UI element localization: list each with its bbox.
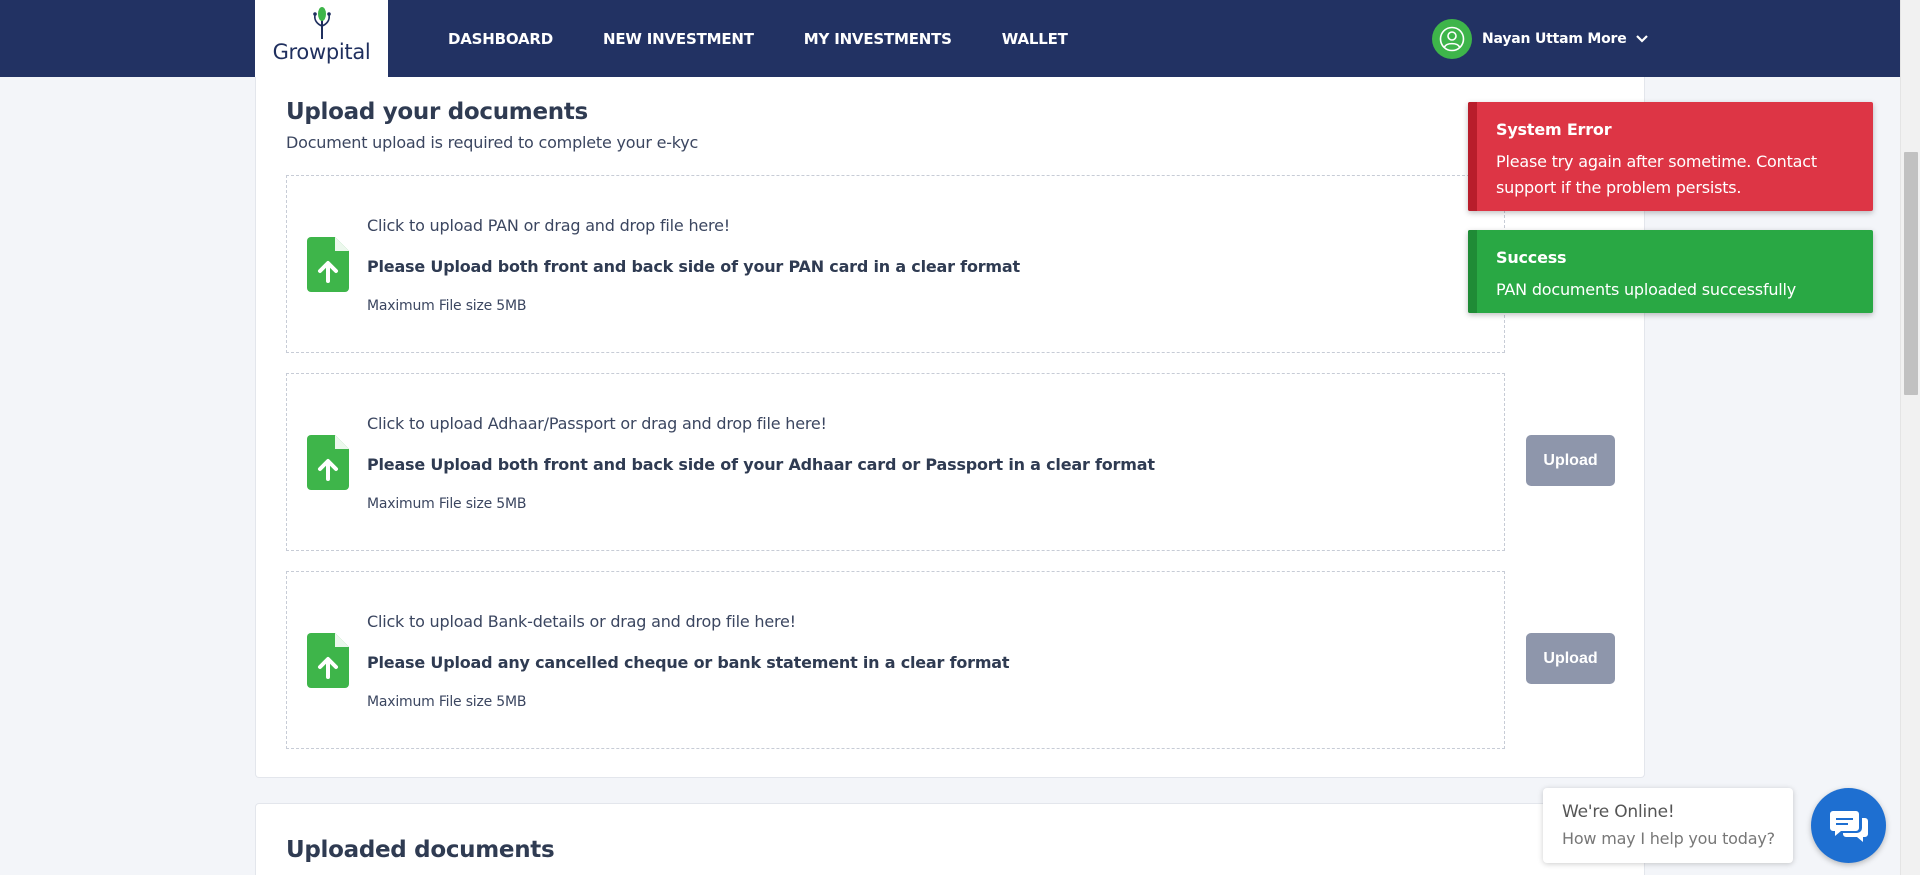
page-title: Upload your documents: [286, 99, 588, 125]
toast-accent-bar: [1468, 230, 1477, 313]
sprout-icon: [313, 7, 331, 39]
bank-upload-button[interactable]: Upload: [1526, 633, 1615, 684]
success-toast-message: PAN documents uploaded successfully: [1496, 280, 1797, 299]
toast-accent-bar: [1468, 102, 1477, 211]
chat-icon: [1829, 810, 1868, 842]
scrollbar-thumb[interactable]: [1904, 152, 1918, 395]
chevron-down-icon[interactable]: [1635, 34, 1649, 44]
success-toast-title: Success: [1496, 248, 1567, 267]
user-icon: [1439, 26, 1465, 52]
adhaar-upload-button[interactable]: Upload: [1526, 435, 1615, 486]
nav-my-investments[interactable]: MY INVESTMENTS: [804, 30, 952, 48]
adhaar-size-limit: Maximum File size 5MB: [367, 496, 527, 512]
brand-name: Growpital: [272, 39, 371, 64]
bank-instruction: Please Upload any cancelled cheque or ba…: [367, 653, 1010, 672]
file-upload-icon: [307, 633, 349, 688]
uploaded-documents-title: Uploaded documents: [286, 837, 555, 863]
bank-prompt[interactable]: Click to upload Bank-details or drag and…: [367, 612, 796, 631]
nav-dashboard[interactable]: DASHBOARD: [448, 30, 553, 48]
nav-wallet[interactable]: WALLET: [1002, 30, 1068, 48]
user-name[interactable]: Nayan Uttam More: [1482, 31, 1627, 47]
pan-prompt[interactable]: Click to upload PAN or drag and drop fil…: [367, 216, 730, 235]
pan-size-limit: Maximum File size 5MB: [367, 298, 527, 314]
adhaar-dropzone[interactable]: Click to upload Adhaar/Passport or drag …: [286, 373, 1505, 551]
error-toast-title: System Error: [1496, 120, 1612, 139]
chat-greeting-title: We're Online!: [1562, 802, 1675, 822]
file-upload-icon: [307, 237, 349, 292]
page-subtitle: Document upload is required to complete …: [286, 133, 699, 152]
file-upload-icon: [307, 435, 349, 490]
pan-instruction: Please Upload both front and back side o…: [367, 257, 1020, 276]
adhaar-instruction: Please Upload both front and back side o…: [367, 455, 1155, 474]
error-toast-message: Please try again after sometime. Contact…: [1496, 152, 1817, 197]
chat-greeting-text: How may I help you today?: [1562, 829, 1775, 848]
chat-greeting-bubble[interactable]: We're Online! How may I help you today?: [1543, 788, 1793, 863]
user-menu[interactable]: Nayan Uttam More: [1432, 19, 1649, 59]
top-navbar: Growpital DASHBOARD NEW INVESTMENT MY IN…: [0, 0, 1900, 77]
bank-dropzone[interactable]: Click to upload Bank-details or drag and…: [286, 571, 1505, 749]
upload-documents-card: Upload your documents Document upload is…: [255, 77, 1645, 778]
error-toast[interactable]: System Error Please try again after some…: [1468, 102, 1873, 211]
success-toast[interactable]: Success PAN documents uploaded successfu…: [1468, 230, 1873, 313]
bank-size-limit: Maximum File size 5MB: [367, 694, 527, 710]
brand-logo[interactable]: Growpital: [255, 0, 388, 77]
adhaar-prompt[interactable]: Click to upload Adhaar/Passport or drag …: [367, 414, 827, 433]
pan-dropzone[interactable]: Click to upload PAN or drag and drop fil…: [286, 175, 1505, 353]
nav-new-investment[interactable]: NEW INVESTMENT: [603, 30, 754, 48]
chat-launcher-button[interactable]: [1811, 788, 1886, 863]
uploaded-documents-card: Uploaded documents: [255, 803, 1645, 875]
page-scrollbar[interactable]: [1900, 0, 1920, 875]
avatar[interactable]: [1432, 19, 1472, 59]
nav-links: DASHBOARD NEW INVESTMENT MY INVESTMENTS …: [448, 0, 1118, 77]
